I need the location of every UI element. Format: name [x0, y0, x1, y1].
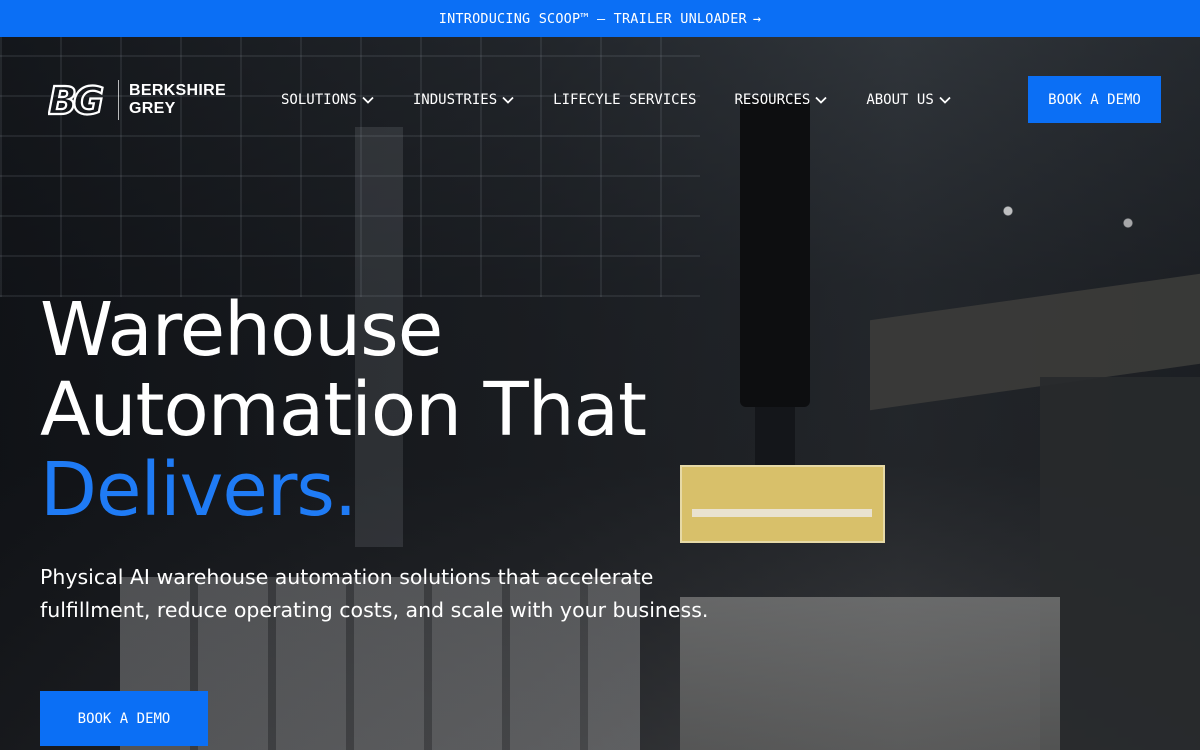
bg-logo-icon: BG	[48, 81, 106, 119]
nav-item-lifecycle-services[interactable]: LIFECYLE SERVICES	[553, 89, 696, 111]
brand-line2: GREY	[129, 100, 176, 117]
arrow-right-icon: →	[752, 10, 762, 27]
main-nav: BG BERKSHIRE GREY SOLUTIONS INDUSTRIES L…	[0, 37, 1200, 163]
machine-panel	[1040, 377, 1200, 750]
conveyor	[680, 597, 1060, 750]
nav-item-label: LIFECYLE SERVICES	[553, 92, 697, 108]
chevron-down-icon	[502, 96, 514, 104]
nav-menu: SOLUTIONS INDUSTRIES LIFECYLE SERVICES R…	[281, 89, 990, 111]
logo-divider	[118, 80, 119, 120]
chevron-down-icon	[939, 96, 951, 104]
hero-headline: Warehouse Automation That Delivers.	[40, 290, 800, 530]
announcement-bar[interactable]: INTRODUCING SCOOP™ — TRAILER UNLOADER →	[0, 0, 1200, 37]
headline-accent: Delivers.	[40, 447, 357, 533]
nav-item-label: SOLUTIONS	[281, 92, 357, 108]
announcement-text[interactable]: INTRODUCING SCOOP™ — TRAILER UNLOADER	[439, 11, 747, 27]
nav-item-label: ABOUT US	[866, 92, 934, 108]
chevron-down-icon	[815, 96, 827, 104]
brand-name: BERKSHIRE GREY	[129, 82, 226, 118]
brand-line1: BERKSHIRE	[129, 82, 226, 99]
nav-item-resources[interactable]: RESOURCES	[734, 89, 828, 111]
svg-text:BG: BG	[48, 81, 103, 119]
nav-item-solutions[interactable]: SOLUTIONS	[281, 89, 375, 111]
nav-item-label: INDUSTRIES	[412, 92, 498, 108]
hero-subtext: Physical AI warehouse automation solutio…	[40, 565, 709, 622]
ceiling-lights	[960, 187, 1200, 247]
book-demo-button-hero[interactable]: BOOK A DEMO	[40, 691, 208, 746]
book-demo-button-nav[interactable]: BOOK A DEMO	[1028, 76, 1161, 123]
nav-item-label: RESOURCES	[734, 92, 811, 108]
headline-line2: Automation That	[40, 367, 647, 453]
headline-line1: Warehouse	[40, 287, 443, 373]
brand-logo[interactable]: BG BERKSHIRE GREY	[48, 80, 226, 120]
chevron-down-icon	[362, 96, 374, 104]
nav-item-industries[interactable]: INDUSTRIES	[413, 89, 515, 111]
nav-item-about-us[interactable]: ABOUT US	[866, 89, 951, 111]
